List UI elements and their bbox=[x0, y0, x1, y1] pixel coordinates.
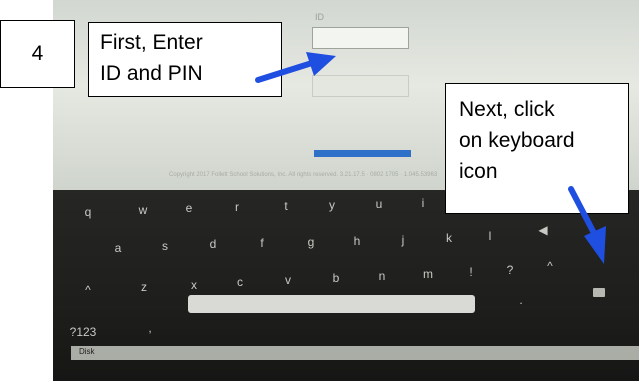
step-number-callout: 4 bbox=[0, 20, 75, 88]
callout-line: on keyboard bbox=[459, 129, 575, 152]
key-q[interactable]: q bbox=[73, 204, 103, 220]
key-w[interactable]: w bbox=[128, 202, 158, 218]
callout-line: First, Enter bbox=[100, 31, 203, 54]
key-y[interactable]: y bbox=[317, 197, 347, 213]
key-s[interactable]: s bbox=[150, 238, 180, 254]
key-e[interactable]: e bbox=[174, 200, 204, 216]
key-i[interactable]: i bbox=[408, 195, 438, 211]
key-u[interactable]: u bbox=[364, 196, 394, 212]
click-keyboard-callout: Next, click on keyboard icon bbox=[445, 83, 629, 214]
key-b[interactable]: b bbox=[321, 270, 351, 286]
id-label: ID bbox=[315, 12, 324, 22]
period-key[interactable]: . bbox=[506, 292, 536, 308]
backspace-icon[interactable]: ◀ bbox=[528, 222, 558, 238]
key-f[interactable]: f bbox=[247, 235, 277, 251]
callout-line: ID and PIN bbox=[100, 62, 203, 85]
key-j[interactable]: j bbox=[388, 232, 418, 248]
key-x[interactable]: x bbox=[179, 277, 209, 293]
onscreen-keyboard: q w e r t y u i a s d f g h j k l ◀ ^ z … bbox=[53, 190, 639, 381]
id-input[interactable] bbox=[312, 27, 409, 49]
pin-input[interactable] bbox=[312, 75, 409, 97]
status-label: Disk bbox=[79, 347, 95, 356]
copyright-text: Copyright 2017 Follett School Solutions,… bbox=[169, 172, 438, 178]
key-k[interactable]: k bbox=[434, 230, 464, 246]
key-d[interactable]: d bbox=[198, 236, 228, 252]
callout-line: Next, click bbox=[459, 98, 555, 121]
key-c[interactable]: c bbox=[225, 274, 255, 290]
key-a[interactable]: a bbox=[103, 240, 133, 256]
key-v[interactable]: v bbox=[273, 272, 303, 288]
key-g[interactable]: g bbox=[296, 234, 326, 250]
shift-right-key[interactable]: ^ bbox=[535, 258, 565, 274]
key-question[interactable]: ? bbox=[495, 262, 525, 278]
callout-line: icon bbox=[459, 160, 498, 183]
key-m[interactable]: m bbox=[413, 266, 443, 282]
key-z[interactable]: z bbox=[129, 279, 159, 295]
enter-id-pin-callout: First, Enter ID and PIN bbox=[88, 22, 282, 97]
system-status-bar: Disk bbox=[71, 346, 639, 360]
space-bar[interactable] bbox=[188, 295, 475, 313]
keyboard-icon[interactable] bbox=[593, 288, 605, 297]
shift-left-key[interactable]: ^ bbox=[73, 282, 103, 298]
comma-key[interactable]: , bbox=[135, 320, 165, 336]
key-l[interactable]: l bbox=[475, 228, 505, 244]
symbols-key[interactable]: ?123 bbox=[65, 324, 101, 340]
key-exclamation[interactable]: ! bbox=[456, 264, 486, 280]
key-n[interactable]: n bbox=[367, 268, 397, 284]
login-button[interactable] bbox=[314, 150, 411, 157]
key-h[interactable]: h bbox=[342, 233, 372, 249]
key-r[interactable]: r bbox=[222, 199, 252, 215]
key-t[interactable]: t bbox=[271, 198, 301, 214]
